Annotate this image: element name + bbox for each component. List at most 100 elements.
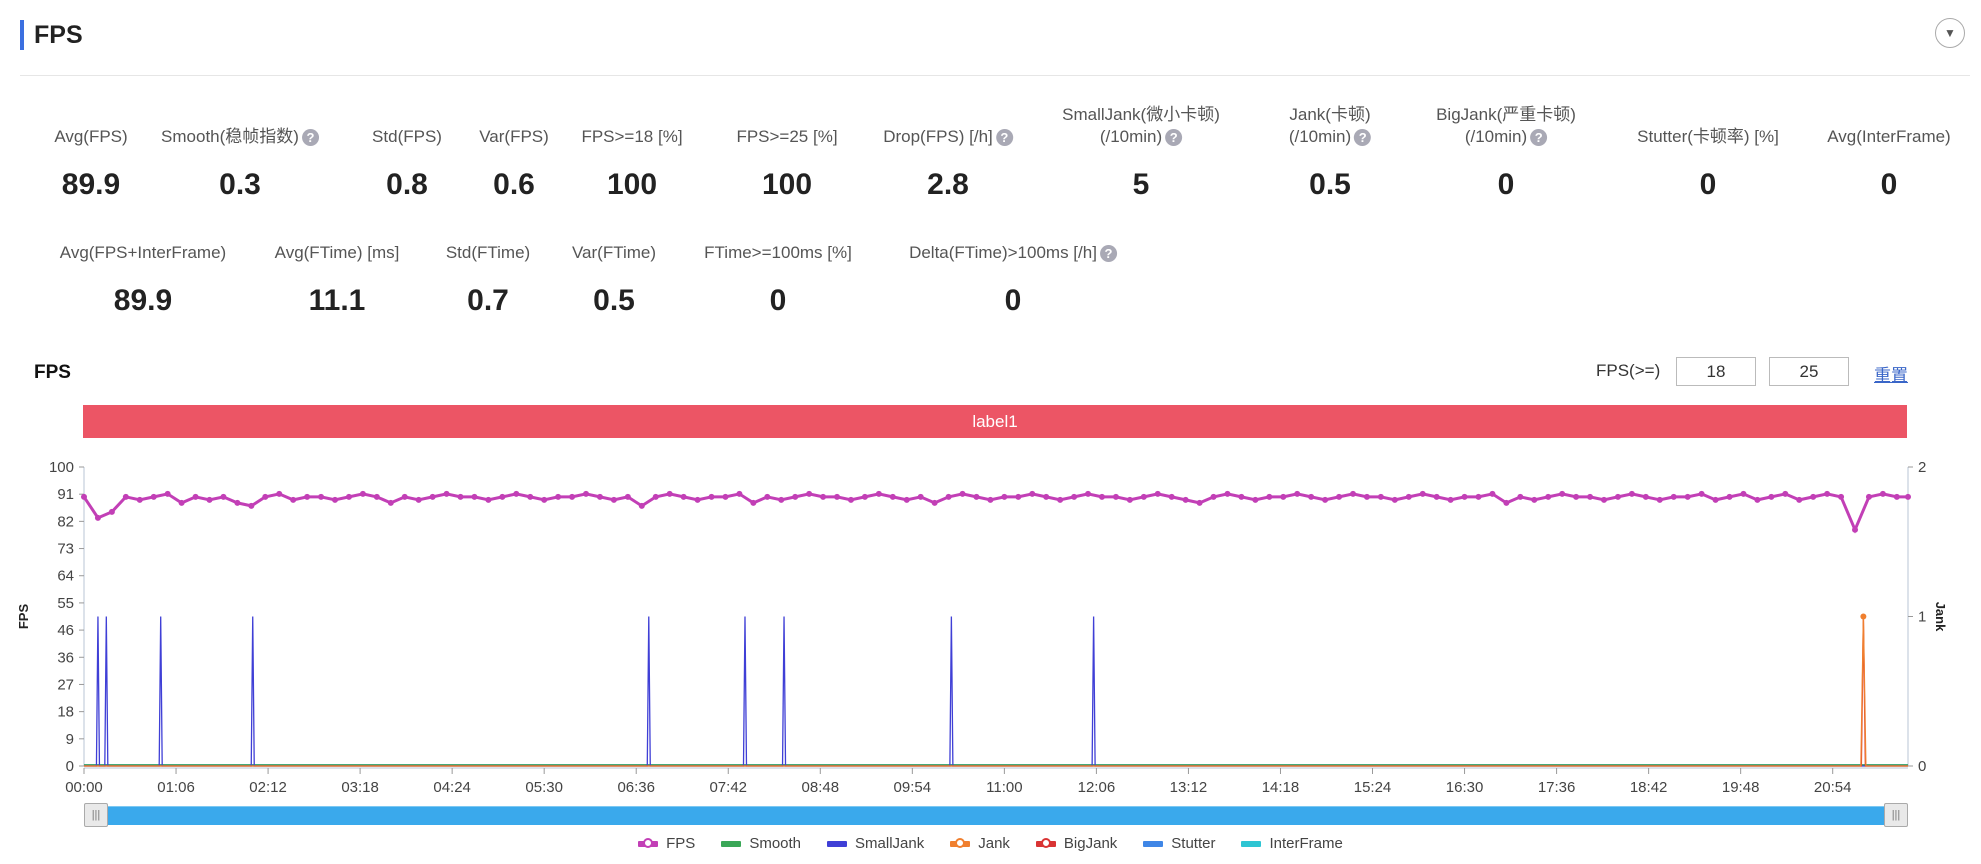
- legend-item-smooth[interactable]: Smooth: [721, 835, 801, 852]
- zoom-slider-track[interactable]: [84, 806, 1908, 825]
- legend-item-interframe[interactable]: InterFrame: [1241, 835, 1343, 852]
- fps-point: [1684, 493, 1691, 500]
- help-icon[interactable]: ?: [1099, 245, 1117, 263]
- stat-value: 0.5: [593, 284, 635, 317]
- stat-label-line: Var(FPS): [479, 126, 549, 148]
- fps-point: [1545, 493, 1552, 500]
- fps-point: [1280, 493, 1287, 500]
- stat-value: 2.8: [927, 168, 969, 201]
- fps-point: [1559, 490, 1566, 497]
- x-tick-label: 17:36: [1538, 779, 1576, 796]
- chevron-down-icon: ▼: [1944, 26, 1956, 40]
- help-icon[interactable]: ?: [995, 129, 1013, 147]
- threshold-input-1[interactable]: [1676, 357, 1756, 386]
- stat-fps-25: FPS>=25 [%] 100: [736, 104, 837, 202]
- legend-swatch-icon: [1241, 840, 1262, 847]
- fps-point: [1796, 496, 1803, 503]
- stat-label-line: Smooth(稳帧指数)?: [161, 126, 319, 148]
- chart-title: FPS: [34, 362, 71, 383]
- fps-point: [541, 496, 548, 503]
- stat-bigjank: BigJank(严重卡顿) (/10min)? 0: [1436, 104, 1576, 202]
- y-tick-label: 82: [57, 513, 74, 530]
- legend-label: InterFrame: [1269, 835, 1343, 852]
- y-tick-label: 18: [57, 704, 74, 721]
- fps-point: [136, 496, 143, 503]
- y2-axis-title: Jank: [1933, 602, 1948, 632]
- fps-point: [220, 493, 227, 500]
- stat-label-text: Avg(InterFrame): [1827, 127, 1951, 146]
- slider-start-handle[interactable]: |||: [84, 803, 108, 827]
- series-jank-line: [84, 616, 1908, 767]
- fps-point: [81, 493, 87, 500]
- fps-point: [792, 493, 799, 500]
- fps-point: [457, 493, 464, 500]
- fps-point: [304, 493, 311, 500]
- fps-point: [1419, 490, 1426, 497]
- stat-value: 0.8: [386, 168, 428, 201]
- y-tick-label: 36: [57, 649, 74, 666]
- stat-value: 0: [1699, 168, 1717, 201]
- threshold-input-2[interactable]: [1769, 357, 1849, 386]
- legend-item-smalljank[interactable]: SmallJank: [827, 835, 924, 852]
- fps-point: [345, 493, 352, 500]
- stat-value: 0: [769, 284, 787, 317]
- reset-link[interactable]: 重置: [1874, 361, 1908, 386]
- stat-label-line: Drop(FPS) [/h]?: [883, 126, 1013, 148]
- slider-end-handle[interactable]: |||: [1884, 803, 1908, 827]
- stat-label: Smooth(稳帧指数)?: [161, 104, 319, 148]
- help-icon[interactable]: ?: [1165, 129, 1183, 147]
- grip-icon: |||: [91, 809, 101, 821]
- help-icon[interactable]: ?: [1354, 129, 1372, 147]
- collapse-button[interactable]: ▼: [1935, 18, 1965, 48]
- stat-label-line: SmallJank(微小卡顿): [1062, 104, 1220, 126]
- stat-value: 100: [761, 168, 813, 201]
- legend-label: Jank: [978, 835, 1010, 852]
- fps-point: [694, 496, 701, 503]
- fps-point: [834, 493, 841, 500]
- stat-avg-fps-interframe: Avg(FPS+InterFrame) 89.9: [60, 220, 226, 318]
- fps-point: [708, 493, 715, 500]
- stat-ftime-100ms: FTime>=100ms [%] 0: [704, 220, 852, 318]
- legend-item-stutter[interactable]: Stutter: [1143, 835, 1215, 852]
- y-tick-label: 9: [66, 731, 74, 748]
- legend-item-bigjank[interactable]: BigJank: [1035, 835, 1117, 852]
- stat-label: Avg(FPS): [54, 104, 127, 148]
- stat-label-line: (/10min)?: [1289, 126, 1372, 148]
- x-tick-label: 11:00: [986, 779, 1022, 796]
- stat-label-line: FPS>=25 [%]: [736, 126, 837, 148]
- fps-point: [861, 493, 868, 500]
- label-bar[interactable]: label1: [83, 405, 1907, 438]
- x-tick-label: 12:06: [1078, 779, 1116, 796]
- fps-point: [1642, 493, 1649, 500]
- fps-point: [1405, 493, 1412, 500]
- y-tick-label: 55: [57, 595, 74, 612]
- help-icon[interactable]: ?: [301, 129, 319, 147]
- fps-point: [778, 496, 785, 503]
- fps-point: [1182, 496, 1189, 503]
- x-tick-label: 01:06: [157, 779, 195, 796]
- y-tick-label: 91: [57, 486, 74, 503]
- fps-point: [889, 493, 896, 500]
- stat-avg-interframe: Avg(InterFrame) 0: [1827, 104, 1950, 202]
- help-icon[interactable]: ?: [1530, 129, 1548, 147]
- stat-drop-fps-h: Drop(FPS) [/h]? 2.8: [883, 104, 1013, 202]
- fps-point: [94, 514, 101, 521]
- x-tick-label: 07:42: [709, 779, 747, 796]
- stat-label: BigJank(严重卡顿) (/10min)?: [1436, 104, 1576, 148]
- fps-point: [429, 493, 436, 500]
- fps-point: [1196, 499, 1203, 506]
- stat-label-unit: (/10min): [1464, 127, 1528, 146]
- fps-point: [1698, 490, 1705, 497]
- fps-point: [1071, 493, 1078, 500]
- stat-label-line: Std(FTime): [446, 242, 530, 264]
- legend-item-jank[interactable]: Jank: [950, 835, 1010, 852]
- y-tick-label: 100: [49, 459, 74, 476]
- stat-value: 0.7: [467, 284, 509, 317]
- y2-tick-label: 1: [1918, 609, 1926, 626]
- stat-label-line: (/10min)?: [1436, 126, 1576, 148]
- fps-point: [1001, 493, 1008, 500]
- legend-item-fps[interactable]: FPS: [638, 835, 695, 852]
- fps-point: [736, 490, 743, 497]
- stat-value: 0.3: [219, 168, 261, 201]
- fps-point: [1573, 493, 1580, 500]
